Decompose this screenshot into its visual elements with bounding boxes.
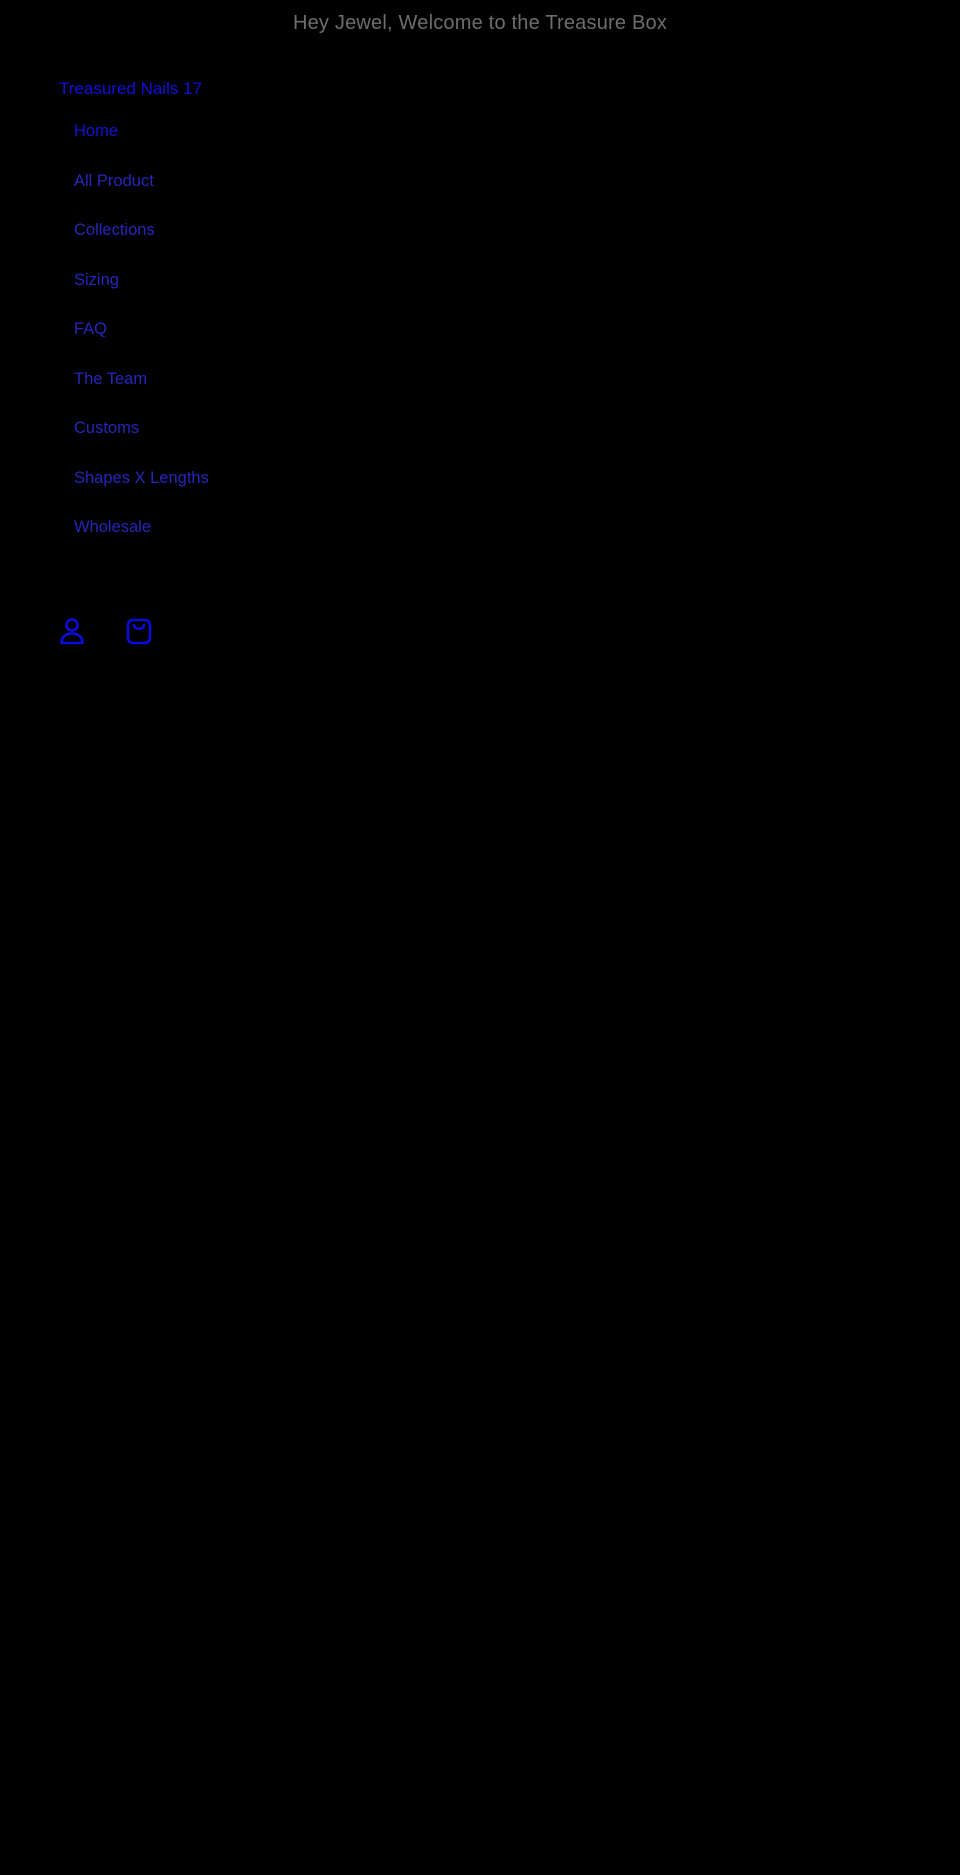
nav-item-sizing: Sizing [74, 268, 209, 318]
nav-link-faq[interactable]: FAQ [74, 317, 107, 341]
nav-link-customs[interactable]: Customs [74, 416, 139, 440]
account-button[interactable] [57, 614, 87, 648]
nav-item-home: Home [74, 119, 209, 169]
announcement-text: Hey Jewel, Welcome to the Treasure Box [292, 11, 668, 34]
nav-link-wholesale[interactable]: Wholesale [74, 515, 151, 539]
main-nav: Home All Product Collections Sizing FAQ … [74, 119, 209, 565]
nav-link-shapes-x-lengths[interactable]: Shapes X Lengths [74, 466, 209, 490]
user-icon [60, 618, 84, 645]
nav-link-home[interactable]: Home [74, 119, 118, 143]
nav-link-sizing[interactable]: Sizing [74, 268, 119, 292]
nav-item-all-product: All Product [74, 169, 209, 219]
shopping-bag-icon [126, 618, 152, 645]
nav-item-wholesale: Wholesale [74, 515, 209, 565]
nav-item-customs: Customs [74, 416, 209, 466]
nav-item-shapes-x-lengths: Shapes X Lengths [74, 466, 209, 516]
nav-link-collections[interactable]: Collections [74, 218, 155, 242]
nav-item-collections: Collections [74, 218, 209, 268]
nav-item-faq: FAQ [74, 317, 209, 367]
announcement-bar: Hey Jewel, Welcome to the Treasure Box [0, 0, 960, 46]
nav-link-all-product[interactable]: All Product [74, 169, 154, 193]
brand-link[interactable]: Treasured Nails 17 [59, 79, 202, 99]
nav-item-the-team: The Team [74, 367, 209, 417]
cart-button[interactable] [124, 614, 154, 648]
nav-link-the-team[interactable]: The Team [74, 367, 147, 391]
